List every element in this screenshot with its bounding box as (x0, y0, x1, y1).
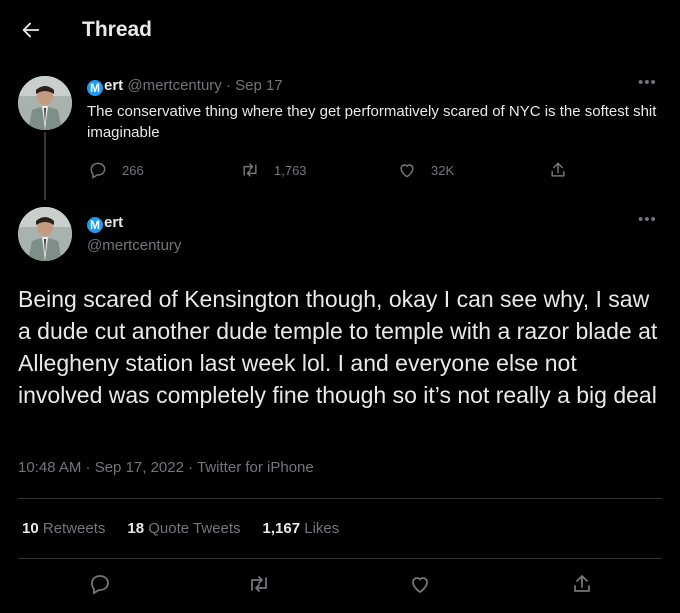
retweet-icon (251, 576, 267, 592)
tweet1-author-row: Mert @mertcentury · Sep 17 (87, 77, 283, 96)
share-icon (574, 575, 590, 592)
avatar-photo (18, 76, 72, 130)
tweet1-handle-date[interactable]: @mertcentury · Sep 17 (127, 77, 282, 94)
reply-button[interactable]: 266 (88, 160, 144, 180)
back-arrow-icon[interactable] (20, 19, 42, 41)
share-icon (551, 162, 565, 177)
likes-stat-label: Likes (304, 520, 340, 537)
share-button[interactable] (570, 572, 608, 596)
verified-name-badge: M (87, 80, 103, 96)
tweet-action-bar (0, 568, 680, 604)
quote-tweets-stat[interactable]: 18 Quote Tweets (127, 520, 240, 537)
more-icon[interactable]: ••• (638, 74, 657, 91)
retweet-count: 1,763 (274, 162, 307, 178)
quote-tweets-stat-count: 18 (127, 520, 145, 537)
tweet1-text: The conservative thing where they get pe… (87, 103, 657, 141)
likes-stat[interactable]: 1,167 Likes (263, 520, 340, 537)
retweet-button[interactable]: 1,763 (240, 160, 307, 180)
divider (18, 498, 662, 499)
retweet-button[interactable] (247, 572, 285, 596)
page-title: Thread (82, 18, 153, 41)
more-icon[interactable]: ••• (638, 211, 657, 228)
retweets-stat-count: 10 (22, 520, 39, 537)
like-button[interactable] (408, 572, 446, 596)
verified-name-badge: M (87, 217, 103, 233)
thread-connector-line (44, 132, 46, 200)
like-count: 32K (431, 162, 455, 178)
divider (18, 558, 662, 559)
thread-header: Thread (0, 0, 680, 62)
like-icon (400, 164, 414, 178)
like-button[interactable]: 32K (397, 160, 454, 180)
avatar-photo (18, 207, 72, 261)
retweets-stat-label: Retweets (42, 520, 106, 537)
like-icon (412, 577, 428, 594)
reply-icon (91, 575, 109, 595)
share-button[interactable] (548, 160, 582, 180)
engagement-stats: 10 Retweets 18 Quote Tweets 1,167 Likes (22, 520, 361, 537)
retweet-icon (243, 163, 257, 177)
retweets-stat[interactable]: 10 Retweets (22, 520, 105, 537)
tweet2-handle[interactable]: @mertcentury (87, 237, 181, 254)
tweet2-display-name: ert (104, 214, 124, 231)
reply-count: 266 (122, 162, 144, 178)
avatar[interactable] (18, 207, 72, 261)
likes-stat-count: 1,167 (262, 520, 301, 537)
tweet1-display-name[interactable]: ert (104, 77, 123, 94)
tweet2-timestamp[interactable]: 10:48 AM · Sep 17, 2022 · Twitter for iP… (18, 459, 314, 476)
tweet2-text: Being scared of Kensington though, okay … (18, 286, 658, 408)
quote-tweets-stat-label: Quote Tweets (148, 520, 241, 537)
reply-icon (90, 162, 106, 179)
avatar[interactable] (18, 76, 72, 130)
reply-button[interactable] (88, 572, 126, 596)
tweet2-author-name[interactable]: Mert (87, 214, 123, 233)
